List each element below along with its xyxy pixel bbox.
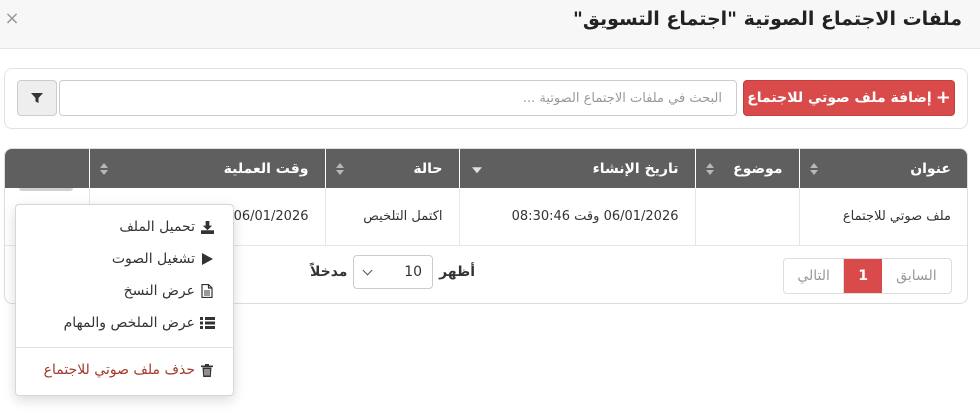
filter-icon	[31, 93, 43, 103]
toolbar: + إضافة ملف صوتي للاجتماع	[4, 68, 968, 129]
show-label: أظهر	[439, 264, 475, 280]
column-header-created[interactable]: تاريخ الإنشاء	[458, 149, 695, 188]
cell-title: ملف صوتي للاجتماع	[798, 188, 967, 246]
previous-page-button[interactable]: السابق	[882, 259, 951, 293]
sort-icon	[809, 162, 818, 175]
add-audio-file-button[interactable]: + إضافة ملف صوتي للاجتماع	[743, 80, 955, 116]
page-length-value: 10	[404, 264, 423, 280]
add-audio-file-label: إضافة ملف صوتي للاجتماع	[747, 90, 932, 106]
page-length-select[interactable]: 10	[353, 255, 434, 289]
menu-item-view-summary[interactable]: عرض الملخص والمهام	[16, 307, 233, 339]
column-header-actions	[5, 149, 89, 188]
close-icon[interactable]: ×	[2, 8, 22, 30]
menu-item-delete-audio-file[interactable]: حذف ملف صوتي للاجتماع	[16, 354, 233, 386]
document-icon	[199, 283, 215, 299]
sort-desc-icon	[471, 166, 482, 173]
cell-status: اكتمل التلخيص	[324, 188, 459, 246]
next-page-button[interactable]: التالي	[784, 259, 845, 293]
pagination: السابق 1 التالي	[783, 258, 952, 294]
page-length-control: أظهر 10 مدخلاً	[310, 255, 475, 289]
plus-icon: +	[935, 87, 951, 108]
column-header-status[interactable]: حالة	[324, 149, 459, 188]
column-header-operation-time[interactable]: وقت العملية	[88, 149, 325, 188]
row-actions-menu: تحميل الملف تشغيل الصوت عرض النسخ عرض ال…	[15, 204, 234, 396]
column-header-subject[interactable]: موضوع	[694, 149, 799, 188]
menu-item-view-transcript[interactable]: عرض النسخ	[16, 275, 233, 307]
current-page-button[interactable]: 1	[844, 259, 882, 293]
sort-icon	[705, 162, 714, 175]
menu-item-download-file[interactable]: تحميل الملف	[16, 211, 233, 243]
play-icon	[199, 251, 215, 267]
search-input[interactable]	[59, 80, 737, 116]
cell-created: 06/01/2026 وقت 08:30:46	[458, 188, 695, 246]
sort-icon	[99, 162, 108, 175]
entries-label: مدخلاً	[310, 264, 348, 280]
menu-divider	[16, 347, 233, 348]
cell-subject	[694, 188, 799, 246]
table-header-row: عنوان موضوع تاريخ الإنشاء حالة وقت العمل…	[5, 149, 967, 188]
page-title: ملفات الاجتماع الصوتية "اجتماع التسويق"	[572, 8, 962, 30]
list-icon	[199, 315, 215, 331]
trash-icon	[199, 362, 215, 378]
menu-item-play-audio[interactable]: تشغيل الصوت	[16, 243, 233, 275]
chevron-down-icon	[363, 265, 373, 275]
download-icon	[199, 219, 215, 235]
sort-icon	[335, 162, 344, 175]
modal-header: ملفات الاجتماع الصوتية "اجتماع التسويق" …	[0, 0, 980, 49]
column-header-title[interactable]: عنوان	[798, 149, 967, 188]
filter-button[interactable]	[17, 80, 57, 116]
